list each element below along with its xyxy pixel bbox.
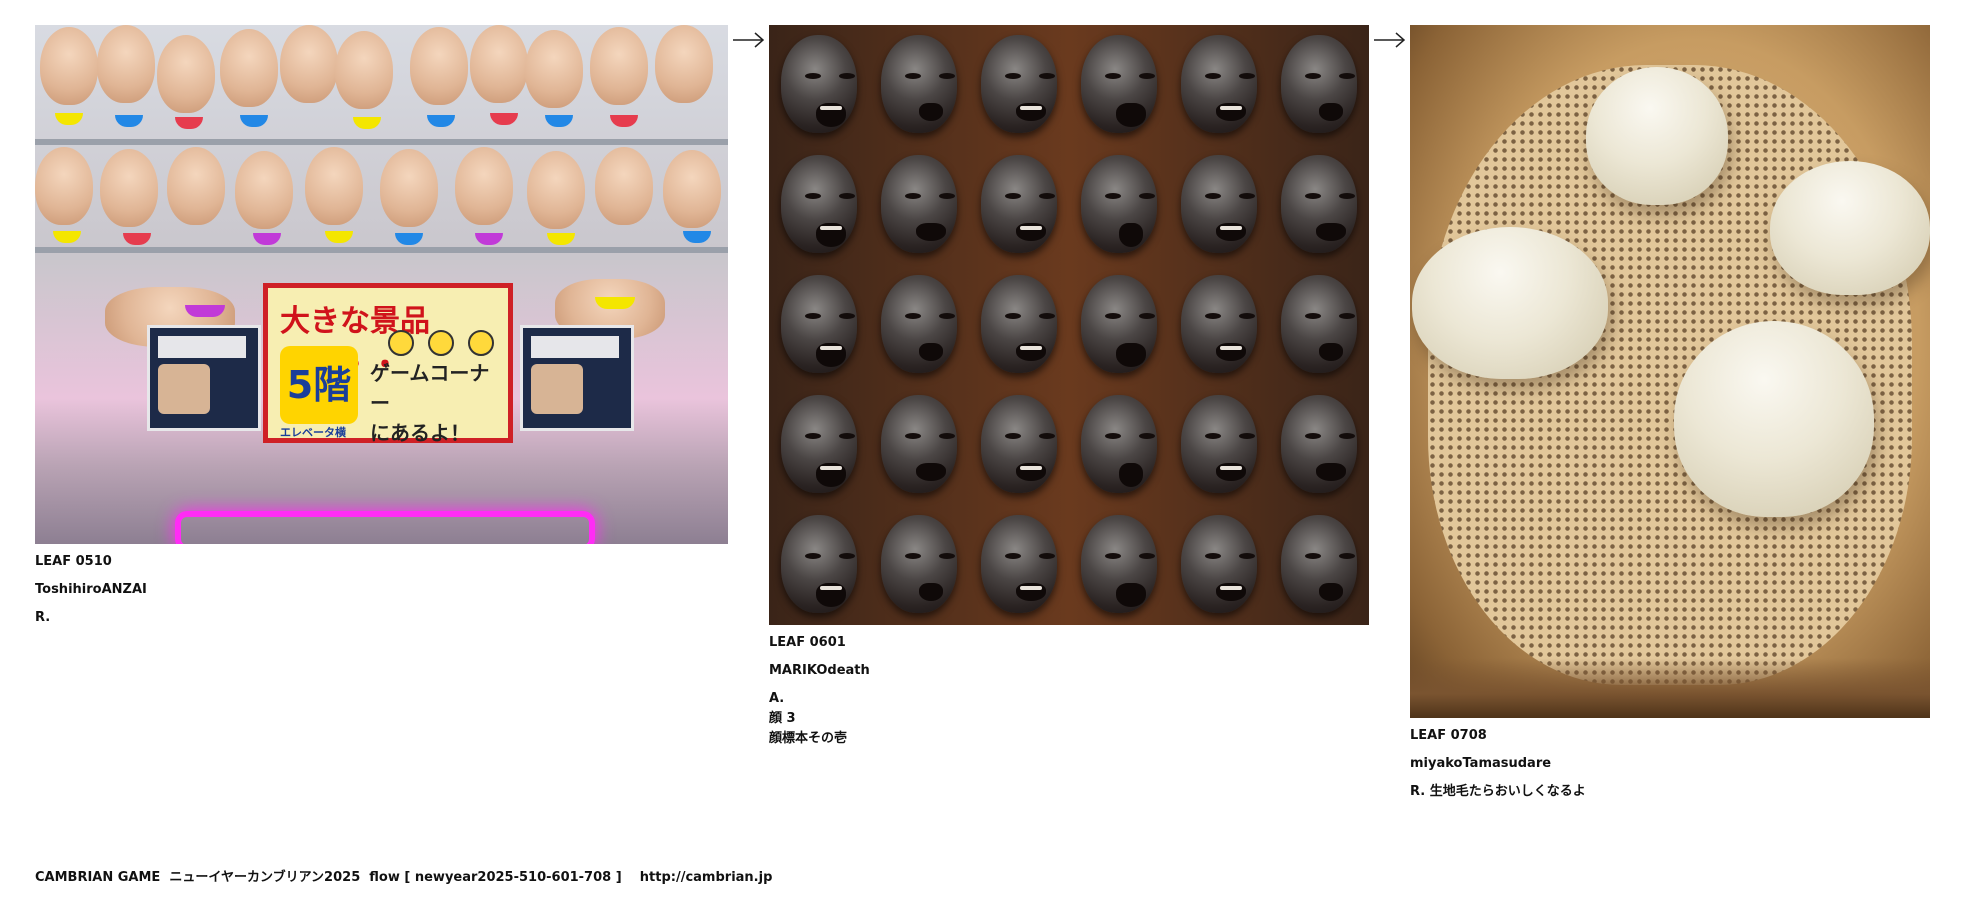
mask-face [769,385,869,505]
leaf-author[interactable]: ToshihiroANZAI [35,580,728,600]
leaf-note-3: 顔標本その壱 [769,731,848,746]
mask-face [969,385,1069,505]
arrow-right-icon [733,32,765,48]
doll-row-top [35,25,728,135]
mask-face [969,505,1069,625]
steamed-bun [1770,161,1930,295]
leaf-id: LEAF 0510 [35,554,112,569]
doll-row-middle [35,147,728,257]
photo-dolls-claw-machine[interactable]: 大きな景品は・・・ 5階 エレベータ横 ゲームコーナー にあるよ！ [35,25,728,544]
mask-face [869,265,969,385]
mask-face [1069,385,1169,505]
mask-face [769,25,869,145]
leaf-note-1: A. [769,691,785,706]
mask-face [769,505,869,625]
smiley-icon [428,330,454,356]
neon-light [175,511,595,544]
photo-face-masks[interactable] [769,25,1369,625]
leaf-note: R. [35,610,51,625]
leaf-card-0510: 大きな景品は・・・ 5階 エレベータ横 ゲームコーナー にあるよ！ LEAF 0… [35,25,728,628]
leaf-card-0601: LEAF 0601 MARIKOdeath A. 顔 3 顔標本その壱 [769,25,1369,749]
mask-face [1169,385,1269,505]
mask-face [1269,145,1369,265]
photo-steamed-buns[interactable] [1410,25,1930,718]
leaf-author[interactable]: miyakoTamasudare [1410,754,1930,774]
leaf-id: LEAF 0601 [769,635,846,650]
leaf-note: R. 生地毛たらおいしくなるよ [1410,784,1586,799]
mask-face [869,505,969,625]
leaf-id: LEAF 0708 [1410,728,1487,743]
prize-sign: 大きな景品は・・・ 5階 エレベータ横 ゲームコーナー にあるよ！ [263,283,513,445]
leaf-meta: LEAF 0510 ToshihiroANZAI R. [35,552,728,628]
leaf-card-0708: LEAF 0708 miyakoTamasudare R. 生地毛たらおいしくな… [1410,25,1930,802]
arrow-right-icon [1374,32,1406,48]
mask-face [1169,145,1269,265]
leaf-meta: LEAF 0601 MARIKOdeath A. 顔 3 顔標本その壱 [769,633,1369,749]
leaf-meta: LEAF 0708 miyakoTamasudare R. 生地毛たらおいしくな… [1410,726,1930,802]
mask-face [1269,265,1369,385]
mask-face [869,385,969,505]
mask-face [769,265,869,385]
info-card-right [520,325,634,431]
mask-face [1069,505,1169,625]
mask-face [969,145,1069,265]
leaf-author[interactable]: MARIKOdeath [769,661,1369,681]
steamer-rim [1410,658,1930,718]
steamed-bun [1674,321,1874,517]
mask-face [969,265,1069,385]
smiley-icon [468,330,494,356]
mask-face [869,145,969,265]
steamed-bun [1586,67,1728,205]
shelf [35,139,728,145]
mask-face [769,145,869,265]
face-grid [769,25,1369,625]
shelf [35,247,728,253]
mask-face [969,25,1069,145]
footer-credits: CAMBRIAN GAME ニューイヤーカンブリアン2025 flow [ ne… [35,870,773,885]
steamed-bun [1412,227,1608,379]
sign-sub: エレベータ横 [280,426,346,439]
mask-face [1269,505,1369,625]
mask-face [1069,145,1169,265]
mask-face [1169,25,1269,145]
sign-right-text: ゲームコーナー にあるよ！ [370,361,490,445]
mask-face [1269,385,1369,505]
mask-face [1169,265,1269,385]
info-card-left [147,325,261,431]
leaf-note-2: 顔 3 [769,711,796,726]
mask-face [1169,505,1269,625]
smiley-icon [388,330,414,356]
mask-face [1069,265,1169,385]
mask-face [869,25,969,145]
mask-face [1269,25,1369,145]
sign-floor: 5階 [280,346,358,424]
mask-face [1069,25,1169,145]
